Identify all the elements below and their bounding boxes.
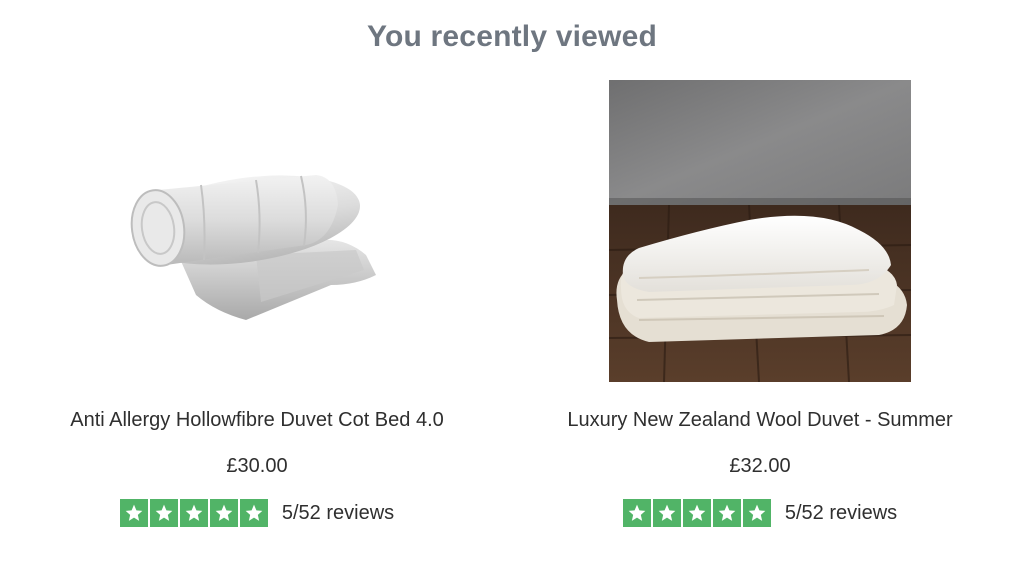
product-price: £32.00 — [729, 455, 791, 477]
product-title[interactable]: Anti Allergy Hollowfibre Duvet Cot Bed 4… — [27, 408, 487, 432]
star-rating — [622, 499, 771, 527]
rating-row[interactable]: 5/52 reviews — [27, 499, 487, 527]
star-icon — [119, 499, 148, 527]
product-card[interactable]: Anti Allergy Hollowfibre Duvet Cot Bed 4… — [27, 80, 487, 527]
star-icon — [149, 499, 178, 527]
star-icon — [622, 499, 651, 527]
product-title[interactable]: Luxury New Zealand Wool Duvet - Summer — [530, 408, 990, 432]
rating-row[interactable]: 5/52 reviews — [530, 499, 990, 527]
star-icon — [239, 499, 268, 527]
star-rating — [119, 499, 268, 527]
star-icon — [179, 499, 208, 527]
reviews-link[interactable]: 5/52 reviews — [282, 499, 394, 527]
product-price: £30.00 — [226, 455, 288, 477]
recently-viewed-section: You recently viewed Anti Allergy Hollowf… — [0, 0, 1024, 569]
section-title: You recently viewed — [366, 20, 658, 53]
star-icon — [652, 499, 681, 527]
star-icon — [682, 499, 711, 527]
rolled-duvet-image[interactable] — [106, 80, 408, 382]
star-icon — [209, 499, 238, 527]
folded-wool-duvet-image[interactable] — [609, 80, 911, 382]
star-icon — [742, 499, 771, 527]
star-icon — [712, 499, 741, 527]
reviews-link[interactable]: 5/52 reviews — [785, 499, 897, 527]
product-card[interactable]: Luxury New Zealand Wool Duvet - Summer £… — [530, 80, 990, 527]
